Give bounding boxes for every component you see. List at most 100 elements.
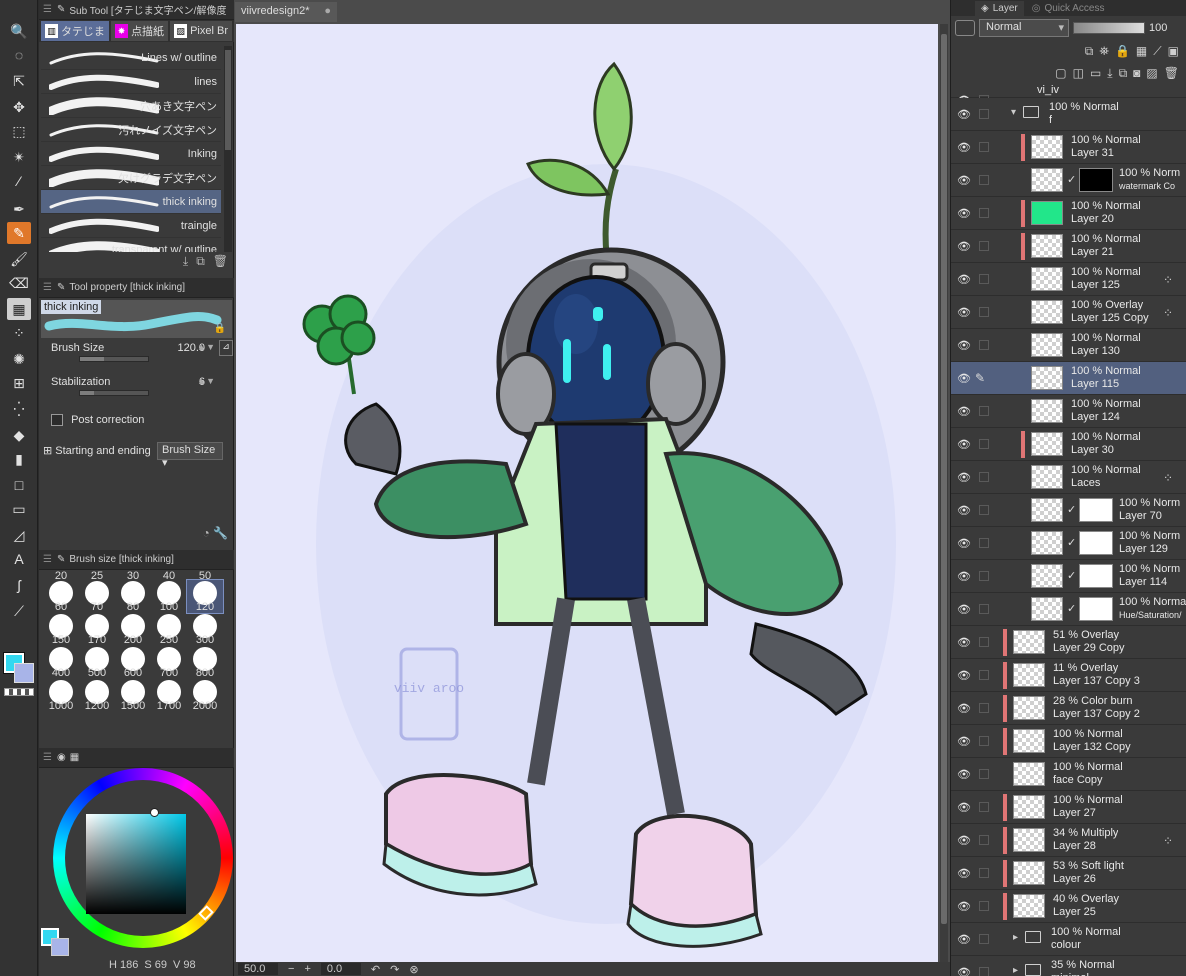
brush-size-preset[interactable]: 1500 xyxy=(115,679,151,712)
mask-icon[interactable]: ◙ xyxy=(1133,66,1140,80)
layer-thumbnail[interactable] xyxy=(1013,795,1045,819)
lock-icon[interactable]: 🔒 xyxy=(1115,44,1130,58)
layer-row[interactable]: 👁 ✓ 100 % Norm Layer 129 xyxy=(951,527,1186,560)
layer-mask-thumbnail[interactable] xyxy=(1079,597,1113,621)
close-icon[interactable]: ● xyxy=(324,5,331,17)
layer-lock-box[interactable] xyxy=(979,307,989,317)
layer-mask-thumbnail[interactable] xyxy=(1079,564,1113,588)
layer-thumbnail[interactable] xyxy=(1031,333,1063,357)
chevron-down-icon[interactable]: ▸ xyxy=(1013,932,1018,943)
canvas-vertical-scrollbar[interactable] xyxy=(940,24,948,962)
eye-icon[interactable]: 👁 xyxy=(957,207,971,220)
eye-icon[interactable]: 👁 xyxy=(957,702,971,715)
layer-lock-box[interactable] xyxy=(979,934,989,944)
brush-size-header[interactable]: ☰ ✎ Brush size [thick inking] xyxy=(39,550,234,570)
opacity-slider[interactable] xyxy=(1073,22,1145,34)
brush-size-preset[interactable]: 40 xyxy=(151,570,187,582)
brush-size-preset[interactable]: 20 xyxy=(43,570,79,582)
combine-icon[interactable]: ⧉ xyxy=(1119,66,1128,81)
text-tool[interactable]: A xyxy=(7,548,31,570)
reset-rotation-icon[interactable]: ⊗ xyxy=(409,963,418,976)
download-icon[interactable]: ⤓ xyxy=(183,254,188,274)
layer-lock-box[interactable] xyxy=(979,505,989,515)
layer-row[interactable]: 👁 100 % Normal Layer 31 xyxy=(951,131,1186,164)
eye-icon[interactable]: 👁 xyxy=(957,834,971,847)
layer-thumbnail[interactable] xyxy=(1031,597,1063,621)
eye-icon[interactable]: 👁 xyxy=(957,636,971,649)
eye-icon[interactable]: 👁 xyxy=(957,537,971,550)
brush-item[interactable]: 欠けグラデ文字ペン xyxy=(41,166,221,190)
settings-icon[interactable]: ◔ xyxy=(202,526,209,540)
brush-size-preset[interactable]: 60 xyxy=(43,580,79,613)
duplicate-icon[interactable]: ⧉ xyxy=(196,254,205,274)
rotate-view-tool[interactable]: ◌ xyxy=(7,44,31,66)
eye-icon[interactable]: 👁 xyxy=(957,768,971,781)
stabilization-slider[interactable] xyxy=(79,390,149,396)
layer-row[interactable]: 👁 ✓ 100 % Norm Layer 70 xyxy=(951,494,1186,527)
spinner-icon[interactable]: ▲▼ xyxy=(197,342,215,352)
subtool-tab-2[interactable]: ✸ 点描紙 xyxy=(110,21,169,41)
layer-lock-box[interactable] xyxy=(979,208,989,218)
apply-mask-icon[interactable]: ▨ xyxy=(1146,66,1157,80)
layer-lock-box[interactable] xyxy=(979,571,989,581)
color-set-tab-icon[interactable]: ▦ xyxy=(70,752,79,763)
brush-size-preset[interactable]: 250 xyxy=(151,613,187,646)
brush-item[interactable]: traingle xyxy=(41,214,221,238)
layer-thumbnail[interactable] xyxy=(1031,267,1063,291)
brush-size-preset[interactable]: 80 xyxy=(115,580,151,613)
chevron-down-icon[interactable]: ▾ xyxy=(1011,107,1016,118)
eye-icon[interactable]: 👁 xyxy=(957,273,971,286)
trash-icon[interactable]: 🗑 xyxy=(213,254,228,274)
eye-icon[interactable]: 👁 xyxy=(957,141,971,154)
brush-size-preset[interactable]: 600 xyxy=(115,646,151,679)
reference-layer-icon[interactable]: ⁘ xyxy=(1163,306,1173,320)
layer-lock-box[interactable] xyxy=(979,241,989,251)
layer-lock-box[interactable] xyxy=(979,967,989,976)
panel-menu-icon[interactable]: ☰ xyxy=(43,554,53,565)
layer-thumbnail[interactable] xyxy=(1013,663,1045,687)
layer-row[interactable]: 👁 100 % Normal Layer 124 xyxy=(951,395,1186,428)
layer-thumbnail[interactable] xyxy=(1013,894,1045,918)
layer-row[interactable]: 👁 53 % Soft light Layer 26 xyxy=(951,857,1186,890)
chevron-down-icon[interactable]: ▸ xyxy=(1013,965,1018,976)
fill-tool[interactable]: ◆ xyxy=(7,424,31,446)
new-folder-icon[interactable]: ▭ xyxy=(1090,66,1101,80)
eye-icon[interactable]: 👁 xyxy=(957,438,971,451)
brush-item[interactable]: lines xyxy=(41,70,221,94)
layer-row[interactable]: 👁 34 % Multiply Layer 28 ⁘ xyxy=(951,824,1186,857)
decoration-tool[interactable]: ▦ xyxy=(7,298,31,320)
eyedropper-tool[interactable]: ⁄ xyxy=(7,170,31,192)
brush-tool[interactable]: 🖌 xyxy=(7,248,31,270)
brush-size-preset[interactable]: 1200 xyxy=(79,679,115,712)
lock-transparent-icon[interactable]: ▦ xyxy=(1136,44,1147,58)
panel-menu-icon[interactable]: ☰ xyxy=(43,752,53,763)
move-layer-tool[interactable]: ✥ xyxy=(7,96,31,118)
color-picker-marker[interactable] xyxy=(150,808,159,817)
color-wheel-tab-icon[interactable]: ◉ xyxy=(57,752,66,763)
eye-icon[interactable]: 👁 xyxy=(957,240,971,253)
eye-icon[interactable]: 👁 xyxy=(957,306,971,319)
layer-thumbnail[interactable] xyxy=(1031,498,1063,522)
brush-size-preset[interactable]: 120 xyxy=(186,579,224,614)
layer-row[interactable]: 👁 100 % Normal Laces ⁘ xyxy=(951,461,1186,494)
layer-lock-box[interactable] xyxy=(979,406,989,416)
ruler-tool[interactable]: ◿ xyxy=(7,524,31,546)
layer-thumbnail[interactable] xyxy=(1031,399,1063,423)
tab-quick-access[interactable]: ◎ Quick Access xyxy=(1025,1,1111,16)
airbrush-tool[interactable]: ⁘ xyxy=(7,322,31,344)
layer-type-icon[interactable] xyxy=(955,20,975,36)
selection-tool[interactable]: ⬚ xyxy=(7,120,31,142)
brush-item[interactable]: 穴あき文字ペン xyxy=(41,94,221,118)
panel-menu-icon[interactable]: ☰ xyxy=(43,4,53,15)
eye-icon[interactable]: 👁 xyxy=(957,504,971,517)
layer-row[interactable]: 👁 ✓ 100 % Norm Layer 114 xyxy=(951,560,1186,593)
blend-mode-select[interactable]: Normal ▾ xyxy=(979,19,1069,37)
eye-icon[interactable]: 👁 xyxy=(957,867,971,880)
subtool-tab-1[interactable]: ▥ タテじま xyxy=(41,21,109,41)
brush-size-preset[interactable]: 150 xyxy=(43,613,79,646)
layer-thumbnail[interactable] xyxy=(1031,366,1063,390)
layer-thumbnail[interactable] xyxy=(1013,729,1045,753)
brush-list-scrollbar[interactable] xyxy=(224,46,232,252)
eraser-tool[interactable]: ⌫ xyxy=(7,272,31,294)
layer-row[interactable]: 👁 100 % Normal Layer 132 Copy xyxy=(951,725,1186,758)
